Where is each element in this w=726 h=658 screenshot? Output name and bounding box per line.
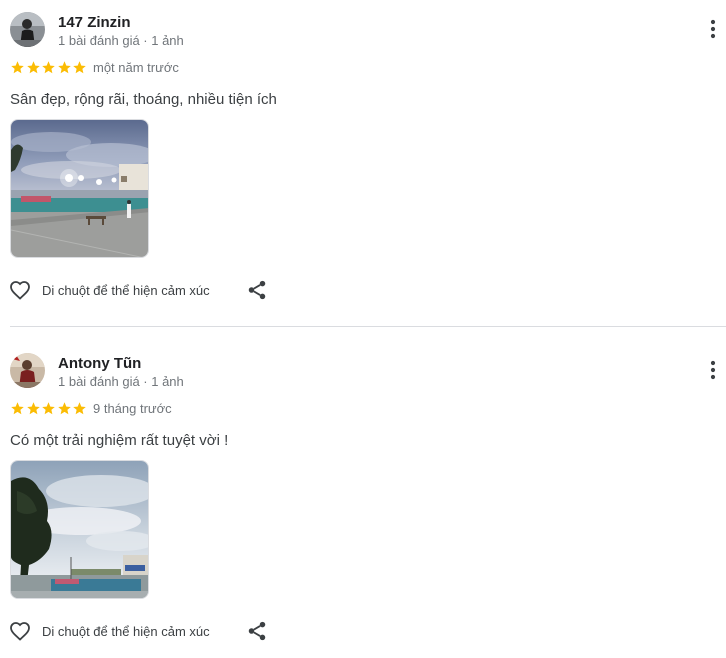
review-date: một năm trước bbox=[93, 60, 179, 75]
review-text: Sân đẹp, rộng rãi, thoáng, nhiều tiện íc… bbox=[10, 91, 277, 108]
reaction-button[interactable]: Di chuột để thể hiện cảm xúc bbox=[8, 619, 210, 643]
reaction-label: Di chuột để thể hiện cảm xúc bbox=[42, 623, 210, 639]
author-meta: 1 bài đánh giá · 1 ảnh bbox=[58, 374, 184, 389]
star-icon bbox=[26, 61, 40, 74]
star-icon bbox=[26, 402, 40, 415]
star-icon bbox=[42, 61, 55, 74]
reaction-button[interactable]: Di chuột để thể hiện cảm xúc bbox=[8, 278, 210, 302]
divider bbox=[10, 326, 726, 327]
star-icon bbox=[11, 61, 24, 74]
author-meta: 1 bài đánh giá · 1 ảnh bbox=[58, 33, 184, 48]
more-options-button[interactable] bbox=[702, 357, 724, 383]
author-name[interactable]: Antony Tũn bbox=[58, 355, 141, 372]
more-vert-icon bbox=[710, 360, 716, 380]
review-photo[interactable] bbox=[10, 119, 149, 258]
star-rating bbox=[10, 401, 88, 417]
avatar[interactable] bbox=[10, 353, 45, 388]
star-icon bbox=[57, 402, 71, 415]
star-icon bbox=[73, 61, 86, 74]
share-icon bbox=[248, 280, 266, 300]
star-icon bbox=[73, 402, 86, 415]
share-icon bbox=[248, 621, 266, 641]
more-vert-icon bbox=[710, 19, 716, 39]
review-date: 9 tháng trước bbox=[93, 401, 172, 416]
review-text: Có một trải nghiệm rất tuyệt vời ! bbox=[10, 432, 229, 449]
share-button[interactable] bbox=[246, 620, 268, 642]
star-icon bbox=[42, 402, 55, 415]
review-photo[interactable] bbox=[10, 460, 149, 599]
heart-outline-icon bbox=[10, 281, 30, 300]
more-options-button[interactable] bbox=[702, 16, 724, 42]
heart-outline-icon bbox=[10, 622, 30, 641]
author-name[interactable]: 147 Zinzin bbox=[58, 14, 131, 31]
share-button[interactable] bbox=[246, 279, 268, 301]
star-icon bbox=[11, 402, 24, 415]
star-rating bbox=[10, 60, 88, 76]
avatar[interactable] bbox=[10, 12, 45, 47]
star-icon bbox=[57, 61, 71, 74]
reaction-label: Di chuột để thể hiện cảm xúc bbox=[42, 282, 210, 298]
